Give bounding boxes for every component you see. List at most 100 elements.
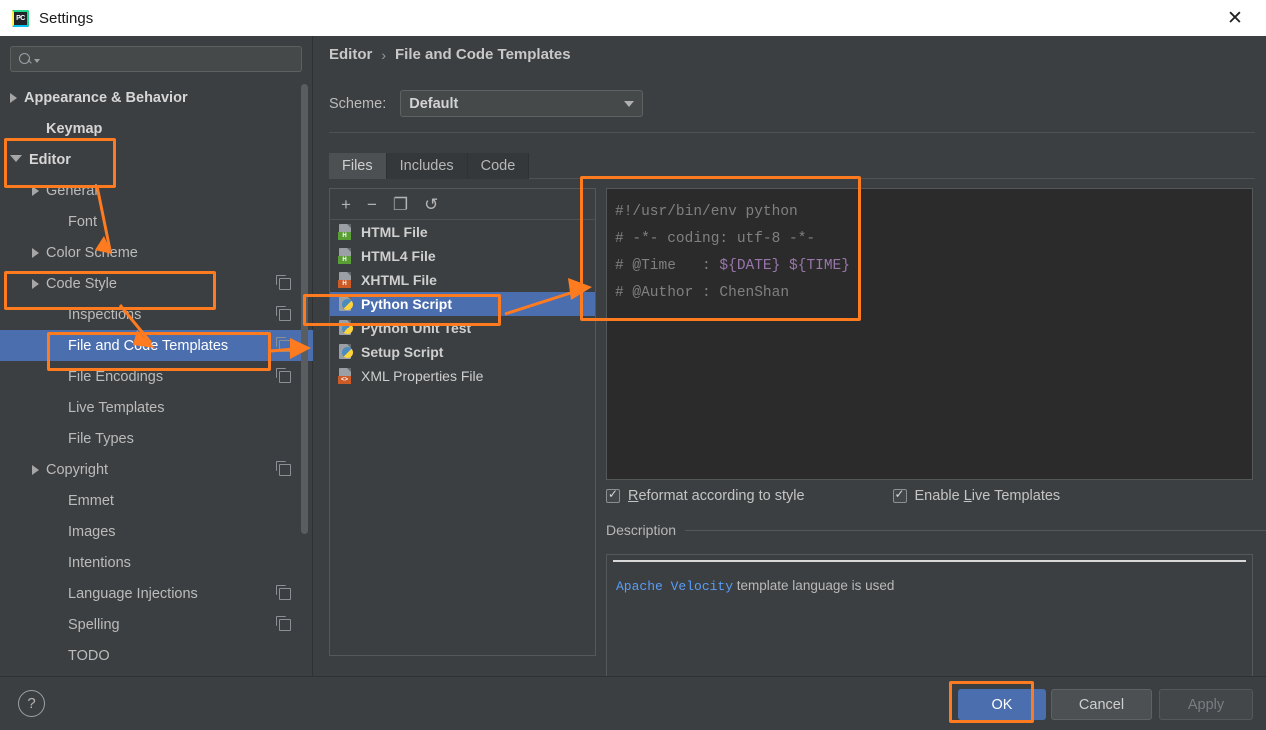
tab-includes[interactable]: Includes bbox=[387, 153, 468, 179]
copy-settings-icon[interactable] bbox=[279, 278, 291, 290]
file-template-row[interactable]: HHTML File bbox=[330, 220, 595, 244]
file-template-row[interactable]: HXHTML File bbox=[330, 268, 595, 292]
python-file-icon bbox=[338, 320, 353, 336]
sidebar-item-emmet[interactable]: Emmet bbox=[0, 485, 313, 516]
sidebar-item-inspections[interactable]: Inspections bbox=[0, 299, 313, 330]
sidebar-item-file-and-code-templates[interactable]: File and Code Templates bbox=[0, 330, 313, 361]
code-line: # -*- coding: utf-8 -*- bbox=[615, 226, 1252, 253]
sidebar-item-label: Copyright bbox=[46, 462, 108, 478]
remove-template-button[interactable]: − bbox=[367, 196, 377, 213]
html-file-icon: H bbox=[338, 224, 353, 240]
tab-files[interactable]: Files bbox=[329, 153, 387, 179]
breadcrumb-parent[interactable]: Editor bbox=[329, 46, 372, 63]
sidebar-item-file-encodings[interactable]: File Encodings bbox=[0, 361, 313, 392]
sidebar-scrollbar[interactable] bbox=[301, 84, 308, 534]
chevron-right-icon[interactable] bbox=[32, 279, 39, 289]
sidebar-item-spelling[interactable]: Spelling bbox=[0, 609, 313, 640]
sidebar-item-intentions[interactable]: Intentions bbox=[0, 547, 313, 578]
sidebar-item-label: File Encodings bbox=[68, 369, 163, 385]
sidebar-item-label: Font bbox=[68, 214, 97, 230]
template-tabs: FilesIncludesCode bbox=[329, 153, 1255, 179]
breadcrumb: Editor › File and Code Templates bbox=[329, 46, 571, 63]
reset-template-button[interactable]: ↺ bbox=[424, 196, 438, 213]
template-variable: ${DATE} bbox=[719, 258, 780, 274]
add-template-button[interactable]: + bbox=[341, 196, 351, 213]
tree-spacer bbox=[54, 407, 61, 408]
apache-velocity-link[interactable]: Apache Velocity bbox=[616, 579, 733, 594]
sidebar-item-live-templates[interactable]: Live Templates bbox=[0, 392, 313, 423]
breadcrumb-current: File and Code Templates bbox=[395, 46, 571, 63]
checkbox-check-icon[interactable] bbox=[606, 489, 620, 503]
sidebar-item-label: TODO bbox=[68, 648, 110, 664]
copy-settings-icon[interactable] bbox=[279, 340, 291, 352]
template-variable: ${TIME} bbox=[789, 258, 850, 274]
description-rest: template language is used bbox=[733, 578, 894, 593]
window-title: Settings bbox=[39, 10, 93, 27]
sidebar-item-images[interactable]: Images bbox=[0, 516, 313, 547]
sidebar-item-keymap[interactable]: Keymap bbox=[0, 113, 313, 144]
close-icon[interactable]: ✕ bbox=[1212, 0, 1258, 36]
sidebar-item-language-injections[interactable]: Language Injections bbox=[0, 578, 313, 609]
file-template-row[interactable]: Setup Script bbox=[330, 340, 595, 364]
tab-code[interactable]: Code bbox=[468, 153, 530, 179]
tree-spacer bbox=[54, 500, 61, 501]
template-code-editor[interactable]: #!/usr/bin/env python# -*- coding: utf-8… bbox=[606, 188, 1253, 480]
tree-spacer bbox=[54, 593, 61, 594]
checkbox-check-icon[interactable] bbox=[893, 489, 907, 503]
file-type-badge: <> bbox=[338, 376, 351, 384]
sidebar-item-label: File Types bbox=[68, 431, 134, 447]
window-title-bar: PC Settings ✕ bbox=[0, 0, 1266, 36]
file-template-row[interactable]: Python Script bbox=[330, 292, 595, 316]
sidebar-item-label: Language Injections bbox=[68, 586, 198, 602]
checkbox-label: Reformat according to style bbox=[628, 488, 805, 504]
copy-settings-icon[interactable] bbox=[279, 619, 291, 631]
chevron-right-icon[interactable] bbox=[32, 248, 39, 258]
file-template-label: HTML4 File bbox=[361, 248, 436, 264]
chevron-right-icon[interactable] bbox=[32, 186, 39, 196]
copy-settings-icon[interactable] bbox=[279, 309, 291, 321]
sidebar-item-file-types[interactable]: File Types bbox=[0, 423, 313, 454]
ok-button[interactable]: OK bbox=[958, 689, 1046, 720]
sidebar-item-color-scheme[interactable]: Color Scheme bbox=[0, 237, 313, 268]
description-title: Description bbox=[606, 522, 685, 538]
chevron-right-icon[interactable] bbox=[32, 465, 39, 475]
code-line: #!/usr/bin/env python bbox=[615, 199, 1252, 226]
description-header: Description bbox=[606, 522, 1266, 538]
python-file-icon bbox=[338, 296, 353, 312]
copy-settings-icon[interactable] bbox=[279, 464, 291, 476]
sidebar-item-font[interactable]: Font bbox=[0, 206, 313, 237]
sidebar-item-appearance-behavior[interactable]: Appearance & Behavior bbox=[0, 82, 313, 113]
live-templates-checkbox[interactable]: Enable Live Templates bbox=[893, 488, 1061, 504]
pycharm-icon-label: PC bbox=[12, 10, 29, 27]
sidebar-item-copyright[interactable]: Copyright bbox=[0, 454, 313, 485]
scheme-label: Scheme: bbox=[329, 96, 386, 112]
cancel-button[interactable]: Cancel bbox=[1051, 689, 1152, 720]
scheme-row: Scheme: Default bbox=[329, 90, 643, 117]
dialog-footer: ? OK Cancel Apply bbox=[0, 676, 1266, 730]
copy-settings-icon[interactable] bbox=[279, 371, 291, 383]
file-type-badge: H bbox=[338, 256, 351, 264]
copy-template-button[interactable]: ❐ bbox=[393, 196, 408, 213]
file-template-row[interactable]: <>XML Properties File bbox=[330, 364, 595, 388]
reformat-checkbox[interactable]: Reformat according to style bbox=[606, 488, 805, 504]
scheme-dropdown[interactable]: Default bbox=[400, 90, 643, 117]
chevron-down-icon[interactable] bbox=[10, 155, 22, 167]
copy-settings-icon[interactable] bbox=[279, 588, 291, 600]
help-icon[interactable]: ? bbox=[18, 690, 45, 717]
chevron-right-icon[interactable] bbox=[10, 93, 17, 103]
sidebar-item-editor[interactable]: Editor bbox=[0, 144, 313, 175]
checkbox-mnemonic: R bbox=[628, 488, 638, 504]
checkbox-mnemonic: L bbox=[964, 488, 972, 504]
sidebar-item-label: Code Style bbox=[46, 276, 117, 292]
sidebar-item-general[interactable]: General bbox=[0, 175, 313, 206]
search-input[interactable] bbox=[10, 46, 302, 72]
xml-file-icon: <> bbox=[338, 368, 353, 384]
tree-spacer bbox=[54, 314, 61, 315]
file-template-label: XHTML File bbox=[361, 272, 437, 288]
code-line-prefix: # @Time : bbox=[615, 258, 719, 274]
sidebar-item-todo[interactable]: TODO bbox=[0, 640, 313, 671]
file-template-row[interactable]: Python Unit Test bbox=[330, 316, 595, 340]
apply-button: Apply bbox=[1159, 689, 1253, 720]
file-template-row[interactable]: H HTML4 File bbox=[330, 244, 595, 268]
sidebar-item-code-style[interactable]: Code Style bbox=[0, 268, 313, 299]
